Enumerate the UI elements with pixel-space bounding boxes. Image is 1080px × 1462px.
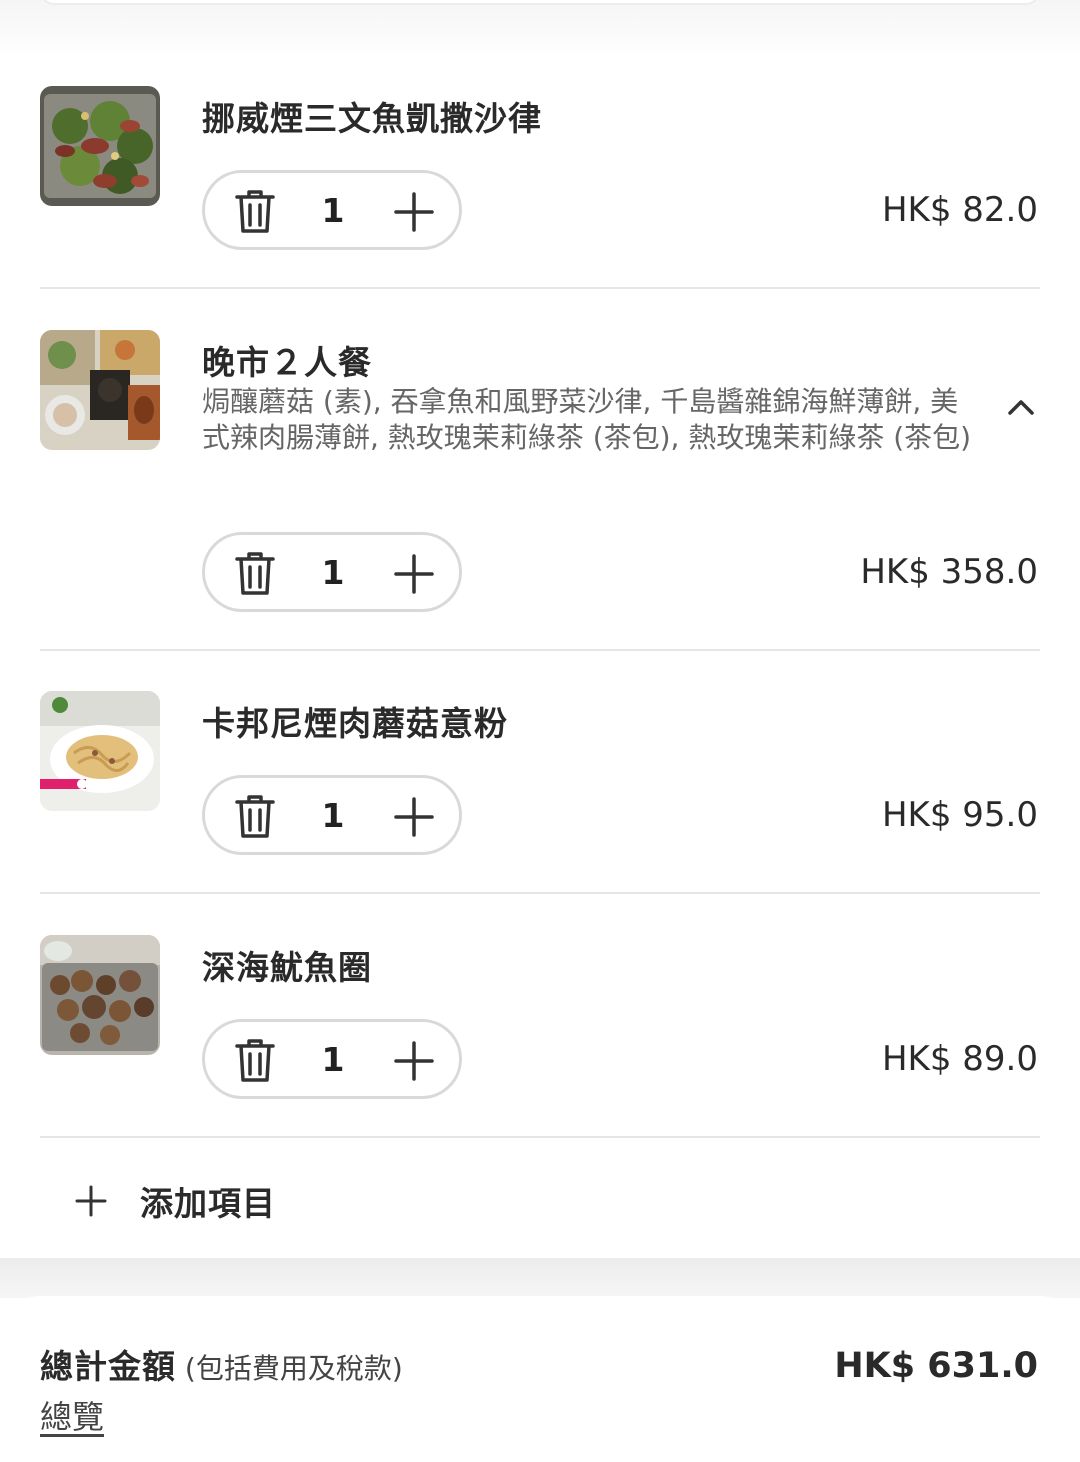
- quantity-stepper: 1: [202, 532, 462, 612]
- quantity-stepper: 1: [202, 775, 462, 855]
- summary-link[interactable]: 總覽: [40, 1392, 104, 1438]
- trash-icon[interactable]: [233, 1036, 277, 1084]
- cart-item: 挪威煙三文魚凱撒沙律 1 HK$ 82.0: [40, 86, 1040, 289]
- plus-icon[interactable]: [393, 796, 435, 838]
- quantity-value: 1: [321, 553, 345, 592]
- cart-item: 深海魷魚圈 1 HK$ 89.0: [40, 935, 1040, 1138]
- item-description: 焗釀蘑菇 (素), 吞拿魚和風野菜沙律, 千島醬雜錦海鮮薄餅, 美式辣肉腸薄餅,…: [202, 385, 972, 454]
- item-name: 卡邦尼煙肉蘑菇意粉: [202, 704, 508, 743]
- quantity-value: 1: [321, 191, 345, 230]
- plus-icon: [74, 1184, 108, 1218]
- plus-icon[interactable]: [393, 1040, 435, 1082]
- total-label: 總計金額 (包括費用及稅款): [40, 1340, 403, 1388]
- add-item-label: 添加項目: [140, 1184, 276, 1223]
- item-name: 挪威煙三文魚凱撒沙律: [202, 99, 542, 138]
- quantity-value: 1: [321, 796, 345, 835]
- item-image: [40, 691, 160, 811]
- top-fade: [0, 0, 1080, 60]
- item-image: [40, 86, 160, 206]
- total-amount: HK$ 631.0: [834, 1346, 1038, 1386]
- quantity-value: 1: [321, 1040, 345, 1079]
- item-name: 深海魷魚圈: [202, 948, 372, 987]
- cart-item: 卡邦尼煙肉蘑菇意粉 1 HK$ 95.0: [40, 691, 1040, 894]
- add-item-button[interactable]: 添加項目: [74, 1176, 276, 1226]
- cart-item: 晚市２人餐 焗釀蘑菇 (素), 吞拿魚和風野菜沙律, 千島醬雜錦海鮮薄餅, 美式…: [40, 330, 1040, 651]
- item-image: [40, 330, 160, 450]
- total-subtitle: (包括費用及稅款): [176, 1352, 403, 1385]
- quantity-stepper: 1: [202, 170, 462, 250]
- trash-icon[interactable]: [233, 187, 277, 235]
- section-separator: [0, 1258, 1080, 1298]
- plus-icon[interactable]: [393, 553, 435, 595]
- item-price: HK$ 95.0: [881, 795, 1038, 835]
- item-image: [40, 935, 160, 1055]
- trash-icon[interactable]: [233, 549, 277, 597]
- total-sheet: 總計金額 (包括費用及稅款) 總覽 HK$ 631.0: [0, 1296, 1080, 1462]
- item-price: HK$ 82.0: [881, 190, 1038, 230]
- item-price: HK$ 358.0: [860, 552, 1038, 592]
- trash-icon[interactable]: [233, 792, 277, 840]
- item-name: 晚市２人餐: [202, 343, 372, 382]
- plus-icon[interactable]: [393, 191, 435, 233]
- item-price: HK$ 89.0: [881, 1039, 1038, 1079]
- previous-card-edge: [40, 0, 1040, 5]
- total-title: 總計金額: [40, 1347, 176, 1386]
- quantity-stepper: 1: [202, 1019, 462, 1099]
- chevron-up-icon[interactable]: [1004, 390, 1038, 424]
